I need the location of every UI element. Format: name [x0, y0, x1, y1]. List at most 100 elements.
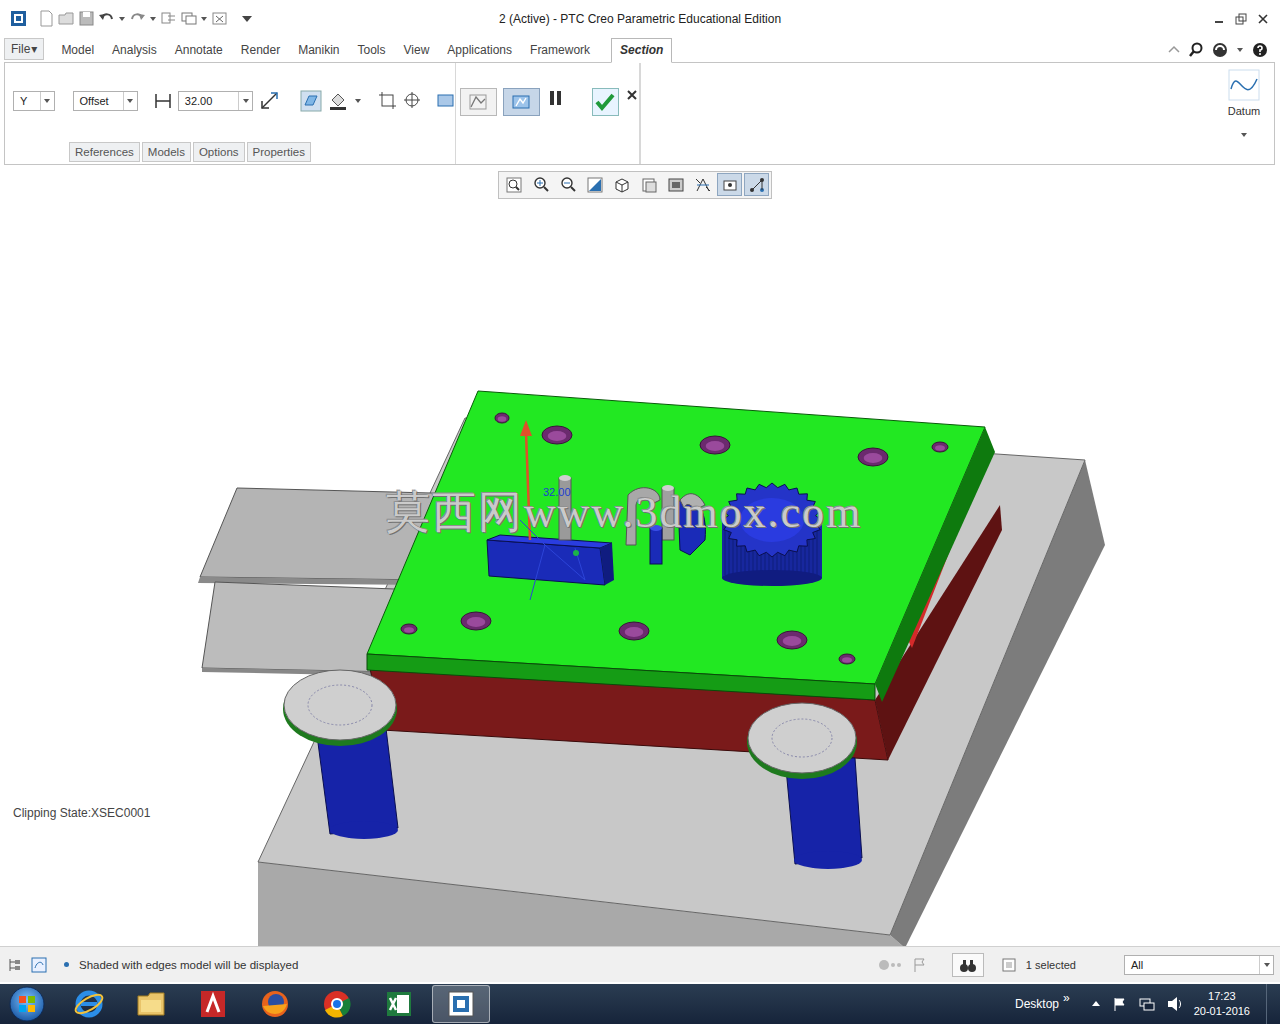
taskbar-app[interactable]	[184, 985, 242, 1023]
ribbon-subtab[interactable]: Models	[142, 142, 191, 162]
flip-icon[interactable]	[259, 90, 280, 111]
datum-caret-icon[interactable]	[1240, 131, 1248, 139]
graphics-toolbar-button[interactable]	[582, 173, 607, 196]
graphics-toolbar-button[interactable]	[744, 173, 769, 196]
new-file-icon[interactable]	[38, 10, 55, 27]
show-hidden-icons-icon[interactable]	[1090, 998, 1102, 1010]
ribbon-tab[interactable]: Manikin	[289, 38, 348, 62]
datum-label: Datum	[1228, 105, 1260, 117]
close-window-icon[interactable]	[211, 10, 228, 27]
cancel-icon[interactable]	[625, 88, 639, 116]
graphics-area[interactable]: 32.00莫西网www.3dmox.comClipping State:XSEC…	[0, 165, 1280, 946]
taskbar-app[interactable]	[370, 985, 428, 1023]
preview-toggle-button[interactable]	[503, 88, 540, 116]
graphics-toolbar-button[interactable]	[528, 173, 553, 196]
clock[interactable]: 17:2320-01-2016	[1194, 989, 1250, 1019]
graphics-toolbar-button[interactable]	[690, 173, 715, 196]
tab-label: Render	[241, 43, 280, 57]
redo-icon[interactable]	[129, 10, 146, 27]
ribbon-tab[interactable]: Analysis	[103, 38, 166, 62]
creo-logo-icon[interactable]	[10, 10, 27, 27]
taskbar-app[interactable]	[246, 985, 304, 1023]
taskbar-app[interactable]	[308, 985, 366, 1023]
datum-group[interactable]: Datum	[1214, 63, 1274, 164]
caret-icon[interactable]	[43, 97, 51, 105]
community-icon[interactable]	[1212, 42, 1228, 58]
caret-icon[interactable]	[1263, 961, 1271, 969]
record-toggle-icon[interactable]	[878, 957, 904, 973]
action-center-flag-icon[interactable]	[1112, 996, 1128, 1012]
open-folder-icon[interactable]	[58, 10, 75, 27]
check-icon	[594, 91, 616, 113]
reference-plane-dropdown[interactable]: Y	[13, 91, 55, 111]
restore-icon[interactable]	[1234, 12, 1248, 26]
clip-icon[interactable]	[378, 91, 397, 110]
close-icon[interactable]	[1256, 12, 1270, 26]
caret-icon[interactable]	[354, 97, 362, 105]
fill-color-icon[interactable]	[328, 90, 348, 111]
caret-icon[interactable]	[200, 15, 208, 23]
customize-caret-icon[interactable]	[239, 11, 255, 27]
ribbon-tab[interactable]: Tools	[349, 38, 395, 62]
volume-icon[interactable]	[1166, 995, 1184, 1013]
find-button[interactable]	[952, 953, 984, 977]
tab-label: Applications	[447, 43, 512, 57]
apply-button[interactable]	[592, 88, 619, 116]
taskbar-app[interactable]	[122, 985, 180, 1023]
caret-icon[interactable]	[118, 15, 126, 23]
graphics-toolbar-button[interactable]	[609, 173, 634, 196]
caret-icon[interactable]	[242, 97, 250, 105]
graphics-toolbar-button[interactable]	[717, 173, 742, 196]
tree-toggle-icon[interactable]	[6, 956, 24, 974]
tab-caret: ▾	[31, 42, 37, 56]
ribbon-tab[interactable]: Model	[52, 38, 103, 62]
graphics-toolbar-button[interactable]	[501, 173, 526, 196]
pause-icon[interactable]	[546, 88, 566, 116]
drag-handle-icon[interactable]	[403, 91, 422, 110]
preview-toggle-button[interactable]	[460, 88, 497, 116]
status-bar: Shaded with edges model will be displaye…	[0, 946, 1280, 982]
browser-toggle-icon[interactable]	[30, 956, 48, 974]
search-icon[interactable]	[1189, 42, 1204, 57]
toolbar-chevron[interactable]: »	[1063, 991, 1070, 1005]
ribbon-tab[interactable]: Render	[232, 38, 289, 62]
minimize-icon[interactable]	[1212, 12, 1226, 26]
start-button-icon[interactable]	[8, 985, 46, 1023]
taskbar-app[interactable]	[60, 985, 118, 1023]
graphics-toolbar-button[interactable]	[636, 173, 661, 196]
ribbon-tab[interactable]: Framework	[521, 38, 599, 62]
graphics-toolbar-button[interactable]	[663, 173, 688, 196]
network-icon[interactable]	[1138, 995, 1156, 1013]
collapse-ribbon-icon[interactable]	[1167, 43, 1181, 57]
selection-filter[interactable]: All	[1124, 955, 1274, 975]
regenerate-icon[interactable]	[160, 10, 177, 27]
section-type-dropdown[interactable]: Offset	[73, 91, 138, 111]
show-desktop-button[interactable]	[1266, 984, 1280, 1024]
file-menu[interactable]: File▾	[4, 38, 44, 60]
caret-icon[interactable]	[1236, 46, 1244, 54]
graphics-toolbar-button[interactable]	[555, 173, 580, 196]
desktop-toolbar[interactable]: Desktop	[1015, 997, 1059, 1011]
taskbar-app[interactable]	[432, 985, 490, 1023]
caret-icon[interactable]	[126, 97, 134, 105]
refit-icon	[505, 176, 523, 194]
ribbon-subtab[interactable]: Properties	[247, 142, 311, 162]
undo-icon[interactable]	[98, 10, 115, 27]
ribbon-tab[interactable]: Annotate	[166, 38, 232, 62]
cap-surface-icon[interactable]	[300, 90, 322, 112]
selection-icon[interactable]	[1000, 956, 1018, 974]
offset-value-field[interactable]: 32.00	[178, 91, 253, 111]
windows-icon[interactable]	[180, 10, 197, 27]
ribbon-tab[interactable]: View	[395, 38, 439, 62]
ribbon-tab[interactable]: Applications	[438, 38, 521, 62]
ribbon-tab[interactable]: Section	[611, 38, 672, 63]
caret-icon[interactable]	[149, 15, 157, 23]
dropdown-arrow	[123, 92, 137, 110]
save-icon[interactable]	[78, 10, 95, 27]
help-icon[interactable]	[1252, 42, 1268, 58]
flag-icon[interactable]	[912, 957, 928, 973]
ribbon-subtab[interactable]: References	[69, 142, 140, 162]
ribbon-subtab[interactable]: Options	[193, 142, 245, 162]
tab-label: Manikin	[298, 43, 339, 57]
preview-2d-icon[interactable]	[436, 91, 455, 110]
